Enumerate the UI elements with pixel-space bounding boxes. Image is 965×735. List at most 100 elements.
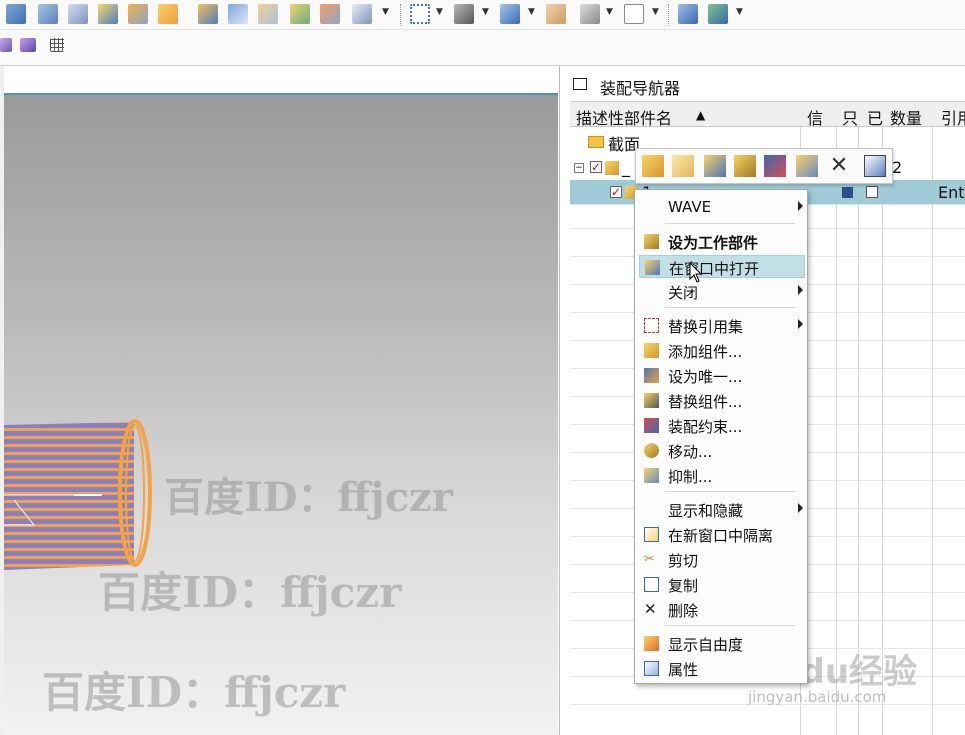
close-icon[interactable]: ✕ (828, 155, 850, 177)
menu-item-open-in-window[interactable]: 在窗口中打开 (639, 255, 805, 278)
surface-icon[interactable] (290, 4, 310, 24)
sort-ascending-icon[interactable]: ▲ (696, 108, 705, 122)
chevron-down-icon[interactable]: ▼ (528, 7, 535, 17)
menu-item-label: 属性 (668, 661, 699, 679)
menu-item-label: 在新窗口中隔离 (668, 527, 774, 545)
selection-mini-toolbar: ✕ (635, 148, 893, 184)
grid-icon[interactable] (50, 38, 64, 52)
chevron-down-icon[interactable]: ▼ (436, 7, 443, 17)
panel-title: 装配导航器 (600, 79, 681, 98)
information-icon[interactable] (864, 155, 886, 177)
new-component-icon[interactable] (672, 155, 694, 177)
menu-item-label: 显示和隐藏 (668, 502, 744, 520)
toolbar-separator (400, 4, 402, 26)
menu-item-label: 替换组件... (668, 393, 743, 411)
menu-item-move[interactable]: 移动... (639, 439, 805, 462)
block-icon[interactable] (38, 4, 58, 24)
menu-separator (665, 223, 795, 224)
edge-display-icon[interactable] (580, 4, 600, 24)
sweep-icon[interactable] (128, 4, 148, 24)
toolbar-separator (668, 4, 670, 26)
menu-item-replace-component[interactable]: 替换组件... (639, 389, 805, 412)
move-component-icon[interactable] (734, 155, 756, 177)
menu-item-cut[interactable]: ✂ 剪切 (639, 548, 805, 571)
menu-item-assembly-constraints[interactable]: 装配约束... (639, 414, 805, 437)
move-icon (644, 443, 659, 458)
suppress-icon (644, 468, 659, 483)
shaded-cube-icon[interactable] (500, 4, 520, 24)
cylinder-model[interactable] (4, 95, 558, 735)
layer-move-icon[interactable] (678, 4, 698, 24)
offset-face-icon[interactable] (320, 4, 340, 24)
submenu-arrow-icon (798, 319, 803, 329)
menu-item-label: 替换引用集 (668, 318, 744, 336)
render-style-icon[interactable] (454, 4, 474, 24)
assembly-constraint-icon (644, 418, 659, 433)
modified-icon (866, 186, 878, 198)
material-icon[interactable] (546, 4, 566, 24)
chevron-down-icon[interactable]: ▼ (736, 7, 743, 17)
menu-item-copy[interactable]: 复制 (639, 573, 805, 596)
box-icon[interactable] (68, 4, 88, 24)
thicken-icon[interactable] (158, 4, 178, 24)
fit-view-icon[interactable] (410, 4, 430, 24)
menu-item-add-component[interactable]: 添加组件... (639, 339, 805, 362)
menu-item-delete[interactable]: ✕ 删除 (639, 598, 805, 621)
context-menu: WAVE 设为工作部件 在窗口中打开 关闭 替换引用集 添加组件... 设为唯一… (634, 189, 808, 684)
main-toolbar: ▼ ▼ ▼ ▼ ▼ ▼ ▼ (0, 0, 965, 30)
submenu-arrow-icon (798, 503, 803, 513)
delete-icon: ✕ (644, 600, 657, 618)
reference-set-icon (644, 318, 659, 333)
open-in-window-icon[interactable] (704, 155, 726, 177)
menu-item-make-work-part[interactable]: 设为工作部件 (639, 230, 805, 253)
column-header-quantity[interactable]: 数量 (890, 105, 922, 129)
graphics-viewport[interactable]: 百度ID：ffjczr 百度ID：ffjczr 百度ID：ffjczr (4, 93, 558, 735)
checkbox-checked-icon[interactable]: ✓ (610, 186, 622, 198)
menu-separator (665, 307, 795, 308)
mouse-pointer-icon (689, 262, 703, 283)
column-header-info[interactable]: 信 (807, 105, 823, 129)
extrude-icon[interactable] (6, 4, 26, 24)
layer-copy-icon[interactable] (708, 4, 728, 24)
baidu-url: jingyan.baidu.com (748, 688, 887, 706)
make-unique-icon (644, 368, 659, 383)
collapse-icon[interactable]: − (574, 163, 584, 173)
chevron-down-icon[interactable]: ▼ (606, 7, 613, 17)
menu-item-label: 显示自由度 (668, 636, 744, 654)
sketch-icon[interactable] (0, 38, 12, 52)
chevron-down-icon[interactable]: ▼ (382, 7, 389, 17)
panel-toggle-icon[interactable] (573, 78, 587, 90)
menu-item-isolate-new-window[interactable]: 在新窗口中隔离 (639, 523, 805, 546)
sew-icon[interactable] (352, 4, 372, 24)
menu-item-wave[interactable]: WAVE (639, 196, 805, 219)
isolate-window-icon (644, 527, 659, 542)
menu-item-show-hide[interactable]: 显示和隐藏 (639, 498, 805, 521)
chevron-down-icon[interactable]: ▼ (652, 7, 659, 17)
column-header-name[interactable]: 描述性部件名 (576, 105, 672, 129)
checkbox-checked-icon[interactable]: ✓ (590, 161, 602, 173)
menu-item-label: 在窗口中打开 (669, 260, 760, 278)
assembly-constraint-icon[interactable] (764, 155, 786, 177)
revolve-icon[interactable] (98, 4, 118, 24)
menu-item-label: 复制 (668, 577, 699, 595)
shell-icon[interactable] (198, 4, 218, 24)
section-icon[interactable] (20, 38, 36, 52)
column-header-readonly[interactable]: 只 (842, 105, 858, 129)
degrees-of-freedom-icon (644, 636, 659, 651)
menu-item-close[interactable]: 关闭 (639, 280, 805, 303)
column-header-modified[interactable]: 已 (867, 105, 883, 129)
draft-icon[interactable] (228, 4, 248, 24)
chevron-down-icon[interactable]: ▼ (482, 7, 489, 17)
menu-item-label: 移动... (668, 443, 713, 461)
suppress-icon[interactable] (796, 155, 818, 177)
curve-icon[interactable] (258, 4, 278, 24)
add-component-icon[interactable] (642, 155, 664, 177)
menu-item-show-dof[interactable]: 显示自由度 (639, 632, 805, 655)
menu-item-properties[interactable]: 属性 (639, 657, 805, 680)
menu-item-suppress[interactable]: 抑制... (639, 464, 805, 487)
menu-item-replace-reference-set[interactable]: 替换引用集 (639, 314, 805, 337)
watermark-text: 百度ID：ffjczr (164, 474, 453, 521)
menu-item-make-unique[interactable]: 设为唯一... (639, 364, 805, 387)
background-color-icon[interactable] (624, 4, 644, 24)
column-header-reference-set[interactable]: 引用 (941, 105, 965, 129)
